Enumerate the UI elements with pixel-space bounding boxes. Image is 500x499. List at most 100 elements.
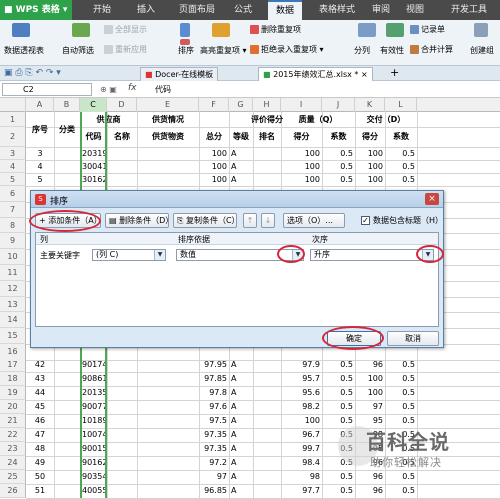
column-header-a[interactable]: A: [26, 98, 54, 112]
cell-g[interactable]: A: [231, 372, 251, 386]
cell-g[interactable]: A: [231, 414, 251, 428]
menu-1[interactable]: 插入: [134, 0, 158, 20]
row-header[interactable]: 21: [0, 414, 26, 428]
row-header[interactable]: 5: [0, 173, 26, 186]
cell-i[interactable]: 98.4: [283, 456, 320, 470]
row-header[interactable]: 12: [0, 280, 26, 297]
name-box[interactable]: C2: [2, 83, 92, 96]
cell-f[interactable]: 97: [201, 470, 227, 484]
sort-button[interactable]: 排序: [178, 45, 194, 56]
cell-f[interactable]: 97.35: [201, 428, 227, 442]
column-header-g[interactable]: G: [229, 98, 253, 112]
row-header[interactable]: 14: [0, 312, 26, 329]
cell-i[interactable]: 95.6: [283, 386, 320, 400]
cell-k[interactable]: 100: [357, 160, 383, 173]
menu-3[interactable]: 公式: [228, 0, 258, 20]
cell-f[interactable]: 100: [201, 147, 227, 160]
cell-g[interactable]: A: [231, 484, 251, 498]
column-header-j[interactable]: J: [322, 98, 355, 112]
cell-g[interactable]: A: [231, 428, 251, 442]
row-header[interactable]: 10: [0, 249, 26, 265]
row-header[interactable]: 6: [0, 186, 26, 202]
tab-workbook[interactable]: ■ 2015年绩效汇总.xlsx * ×: [258, 67, 373, 81]
cell-a[interactable]: 48: [28, 442, 52, 456]
row-header[interactable]: 11: [0, 265, 26, 281]
column-header-f[interactable]: F: [199, 98, 229, 112]
cell-i[interactable]: 96.7: [283, 428, 320, 442]
cell-g[interactable]: A: [231, 442, 251, 456]
cell-b[interactable]: 分类: [56, 112, 78, 147]
row-header[interactable]: 7: [0, 201, 26, 218]
cell-f[interactable]: 97.6: [201, 400, 227, 414]
cell-j[interactable]: 0.5: [324, 400, 353, 414]
row-header[interactable]: 22: [0, 428, 26, 442]
cell-f[interactable]: 97.35: [201, 442, 227, 456]
row-header[interactable]: 3: [0, 147, 26, 160]
cell-k[interactable]: 100: [357, 386, 383, 400]
cell-a[interactable]: 45: [28, 400, 52, 414]
cell-g[interactable]: A: [231, 386, 251, 400]
cell-f[interactable]: 97.95: [201, 358, 227, 372]
reject-duplicates-button[interactable]: 拒绝录入重复项 ▾: [250, 44, 324, 55]
column-header-h[interactable]: H: [253, 98, 281, 112]
row-header[interactable]: 25: [0, 470, 26, 484]
cell-l[interactable]: 0.5: [387, 386, 415, 400]
cell-i[interactable]: 100: [283, 173, 320, 186]
cell-h[interactable]: 排名: [255, 127, 279, 147]
cell-a[interactable]: 50: [28, 470, 52, 484]
cell-f[interactable]: 100: [201, 173, 227, 186]
merge-calc-button[interactable]: 合并计算: [410, 44, 453, 55]
column-header-i[interactable]: I: [281, 98, 322, 112]
cell-j[interactable]: 0.5: [324, 147, 353, 160]
split-column-button[interactable]: 分列: [354, 45, 370, 56]
move-down-button[interactable]: ↓: [261, 213, 275, 228]
cell-i[interactable]: 97.7: [283, 484, 320, 498]
sort-column-select[interactable]: (列 C) ▼: [92, 249, 166, 261]
cell-i[interactable]: 98: [283, 470, 320, 484]
record-button[interactable]: 记录单: [410, 24, 445, 35]
row-header[interactable]: 26: [0, 484, 26, 498]
cell-k[interactable]: 交付（D）: [357, 112, 415, 127]
column-header-k[interactable]: K: [355, 98, 385, 112]
menu-8[interactable]: 开发工具: [446, 0, 492, 20]
create-group-button[interactable]: 创建组: [470, 45, 500, 56]
cell-i[interactable]: 99.7: [283, 442, 320, 456]
cell-f[interactable]: 97.2: [201, 456, 227, 470]
close-tab-icon[interactable]: ×: [361, 70, 368, 79]
show-all-button[interactable]: 全部显示: [104, 24, 147, 35]
formula-content[interactable]: 代码: [155, 84, 171, 95]
cell-k[interactable]: 得分: [357, 127, 383, 147]
cell-a[interactable]: 47: [28, 428, 52, 442]
cell-k[interactable]: 100: [357, 372, 383, 386]
cell-g[interactable]: A: [231, 358, 251, 372]
row-header[interactable]: 20: [0, 400, 26, 414]
cell-k[interactable]: 100: [357, 173, 383, 186]
cell-g[interactable]: A: [231, 400, 251, 414]
cell-a[interactable]: 4: [28, 160, 52, 173]
row-header[interactable]: 19: [0, 386, 26, 400]
cell-l[interactable]: 0.5: [387, 147, 415, 160]
cell-a[interactable]: 51: [28, 484, 52, 498]
cell-tools-icons[interactable]: ⊕ ▣: [100, 84, 117, 95]
fx-icon[interactable]: fx: [128, 83, 137, 94]
column-header-b[interactable]: B: [54, 98, 80, 112]
row-header[interactable]: 1: [0, 112, 26, 127]
remove-duplicates-button[interactable]: 删除重复项: [250, 24, 301, 35]
cell-f[interactable]: 100: [201, 160, 227, 173]
validity-button[interactable]: 有效性: [380, 45, 404, 56]
cell-j[interactable]: 0.5: [324, 372, 353, 386]
reapply-button[interactable]: 重新应用: [104, 44, 147, 55]
menu-2[interactable]: 页面布局: [174, 0, 220, 20]
cell-i[interactable]: 100: [283, 414, 320, 428]
column-header-l[interactable]: L: [385, 98, 417, 112]
close-icon[interactable]: ×: [425, 193, 439, 205]
cell-a[interactable]: 3: [28, 147, 52, 160]
copy-condition-button[interactable]: ⎘ 复制条件（C）: [173, 213, 237, 228]
menu-6[interactable]: 审阅: [368, 0, 394, 20]
new-tab-button[interactable]: +: [390, 67, 399, 78]
row-header[interactable]: 4: [0, 160, 26, 173]
cell-l[interactable]: 系数: [387, 127, 415, 147]
cell-g[interactable]: A: [231, 470, 251, 484]
cell-f[interactable]: 96.85: [201, 484, 227, 498]
row-header[interactable]: 17: [0, 358, 26, 372]
